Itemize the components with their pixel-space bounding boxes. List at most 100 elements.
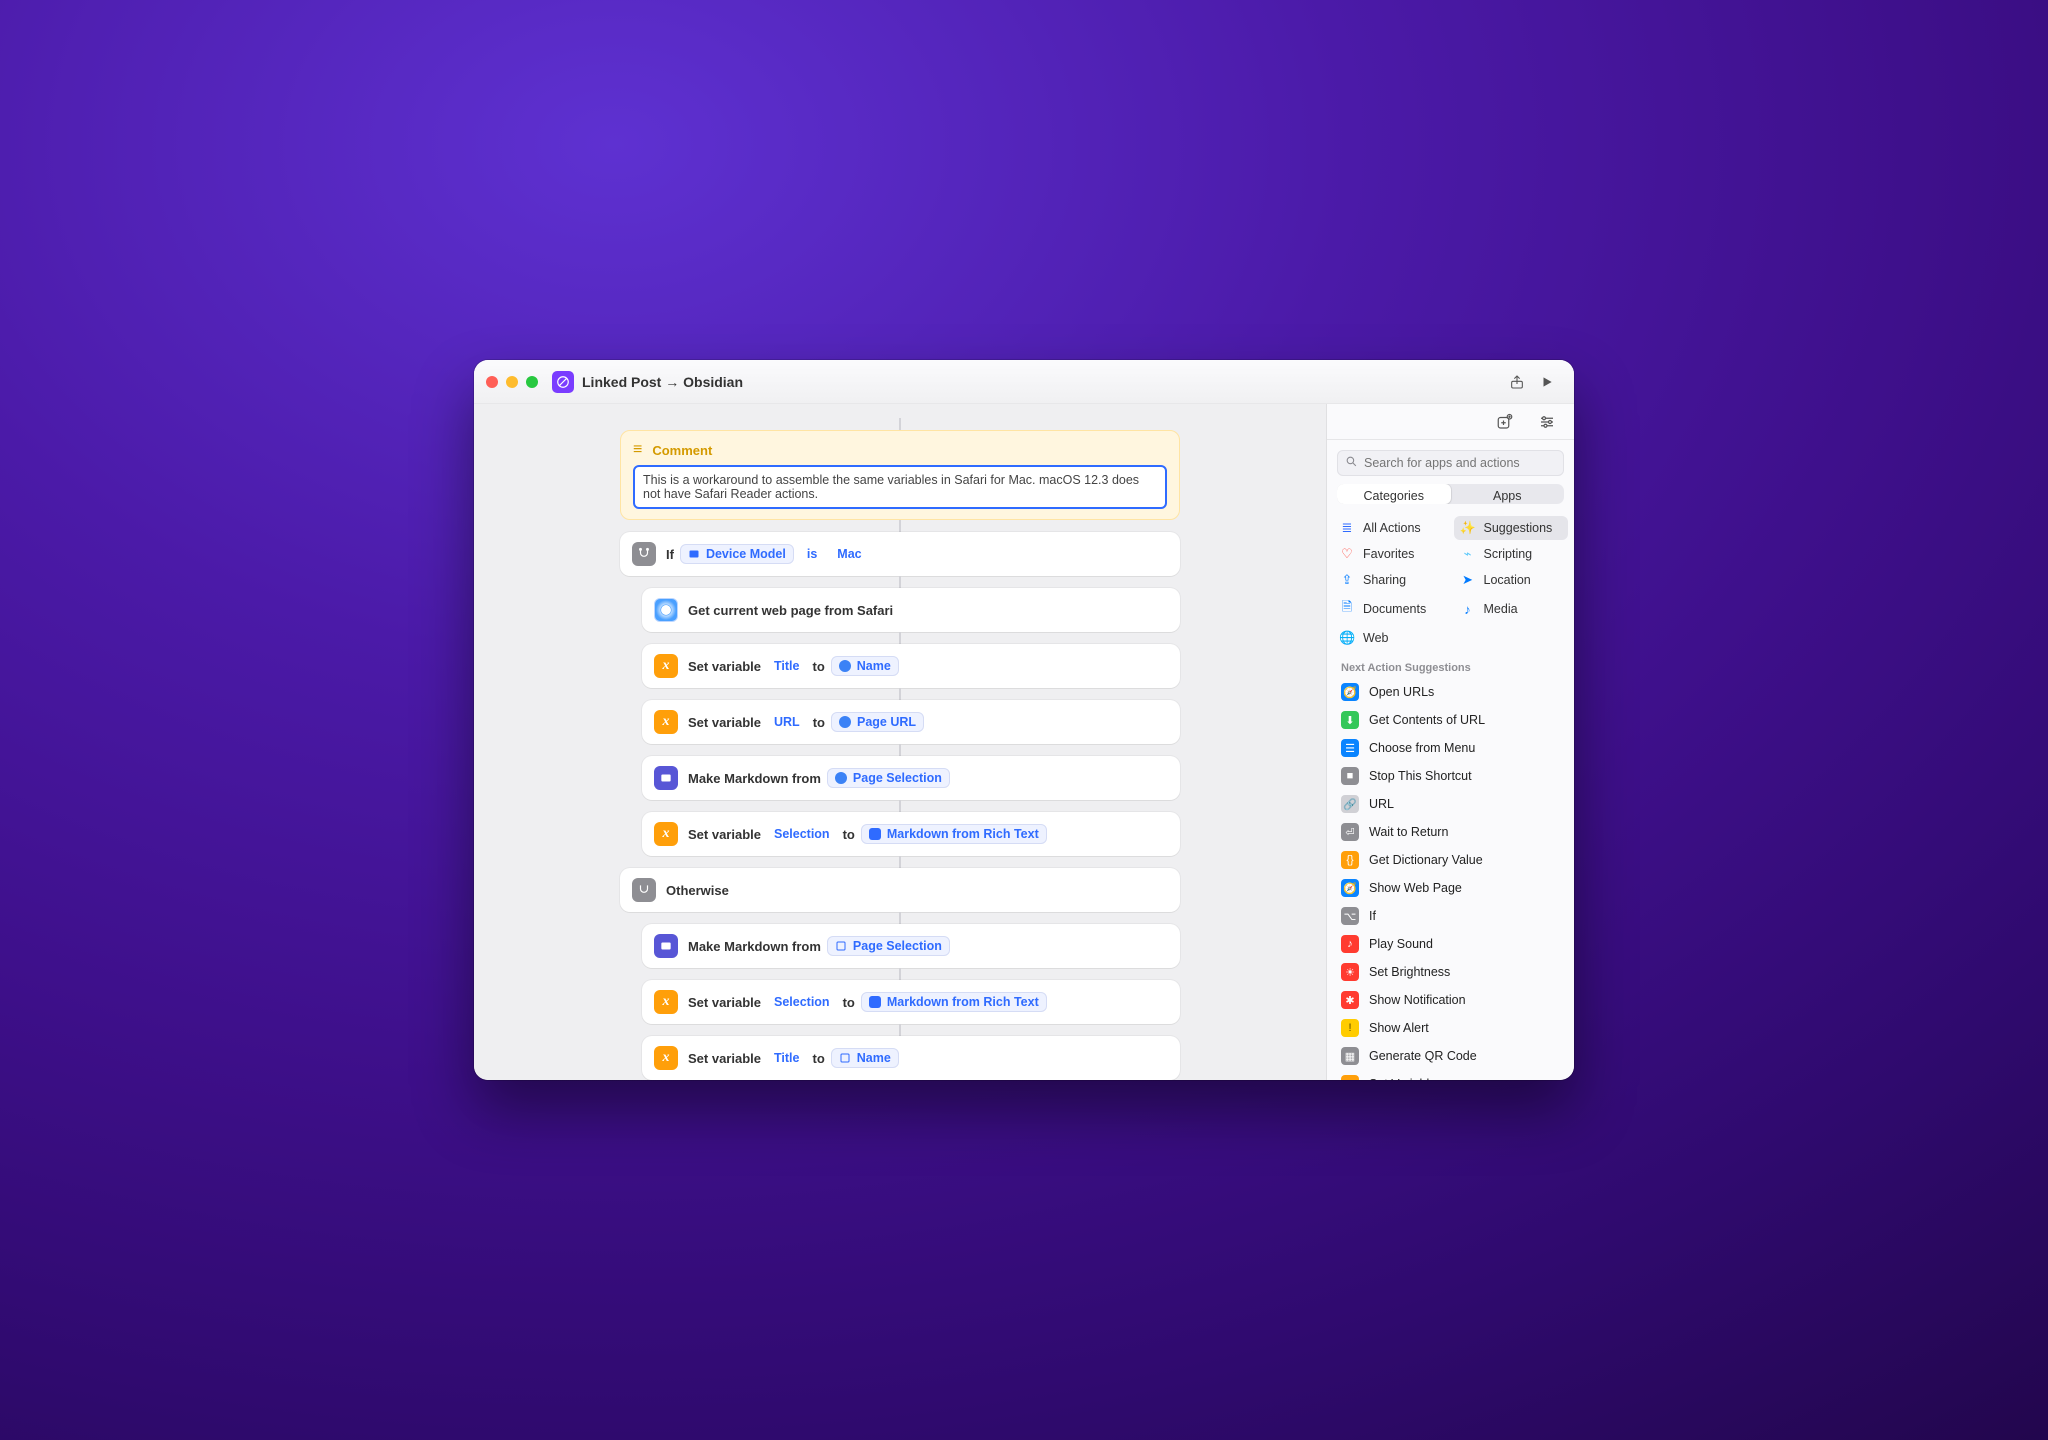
category-label: Documents bbox=[1363, 602, 1426, 616]
suggestion-label: Show Notification bbox=[1369, 993, 1466, 1007]
suggestion-label: Wait to Return bbox=[1369, 825, 1448, 839]
action-label: Get current web page from Safari bbox=[688, 603, 893, 618]
category-icon: ♡ bbox=[1339, 546, 1355, 562]
set-variable-title-action-2[interactable]: x Set variable Title to Name bbox=[642, 1036, 1180, 1080]
zoom-window[interactable] bbox=[526, 376, 538, 388]
variable-name[interactable]: Selection bbox=[767, 825, 837, 843]
if-icon bbox=[632, 542, 656, 566]
suggestion-icon: ▦ bbox=[1341, 1047, 1359, 1065]
value-chip[interactable]: Markdown from Rich Text bbox=[861, 824, 1047, 844]
set-variable-selection-action[interactable]: x Set variable Selection to Markdown fro… bbox=[642, 812, 1180, 856]
suggestion-label: Set Brightness bbox=[1369, 965, 1450, 979]
suggestion-icon: 🔗 bbox=[1341, 795, 1359, 813]
suggestion-icon: ☰ bbox=[1341, 739, 1359, 757]
suggestion-icon: ✱ bbox=[1341, 991, 1359, 1009]
category-icon: ✨ bbox=[1460, 520, 1476, 536]
make-markdown-action[interactable]: Make Markdown from Page Selection bbox=[642, 756, 1180, 800]
category-all-actions[interactable]: ≣ All Actions bbox=[1333, 516, 1448, 540]
suggestion-if[interactable]: ⌥If bbox=[1335, 902, 1566, 930]
category-icon: ➤ bbox=[1460, 572, 1476, 588]
editor-canvas[interactable]: ≡ Comment This is a workaround to assemb… bbox=[474, 404, 1326, 1080]
suggestion-icon: ■ bbox=[1341, 767, 1359, 785]
category-sharing[interactable]: ⇪Sharing bbox=[1333, 568, 1448, 592]
suggestion-label: Get Dictionary Value bbox=[1369, 853, 1483, 867]
set-variable-title-action[interactable]: x Set variable Title to Name bbox=[642, 644, 1180, 688]
suggestion-stop-this-shortcut[interactable]: ■Stop This Shortcut bbox=[1335, 762, 1566, 790]
set-variable-url-action[interactable]: x Set variable URL to Page URL bbox=[642, 700, 1180, 744]
suggestion-get-dictionary-value[interactable]: {}Get Dictionary Value bbox=[1335, 846, 1566, 874]
value-chip[interactable]: Page URL bbox=[831, 712, 924, 732]
if-action[interactable]: If Device Model is Mac bbox=[620, 532, 1180, 576]
suggestion-play-sound[interactable]: ♪Play Sound bbox=[1335, 930, 1566, 958]
suggestion-set-variable[interactable]: xSet Variable bbox=[1335, 1070, 1566, 1080]
run-button[interactable] bbox=[1532, 369, 1562, 395]
variable-name[interactable]: Title bbox=[767, 657, 806, 675]
suggestion-label: URL bbox=[1369, 797, 1394, 811]
comment-action[interactable]: ≡ Comment This is a workaround to assemb… bbox=[620, 430, 1180, 520]
library-segmented[interactable]: Categories Apps bbox=[1337, 484, 1564, 504]
make-markdown-action-2[interactable]: Make Markdown from Page Selection bbox=[642, 924, 1180, 968]
suggestion-open-urls[interactable]: 🧭Open URLs bbox=[1335, 678, 1566, 706]
category-web[interactable]: 🌐Web bbox=[1333, 626, 1448, 650]
add-to-library-button[interactable] bbox=[1490, 409, 1520, 435]
category-location[interactable]: ➤Location bbox=[1454, 568, 1569, 592]
suggestion-icon: ☀ bbox=[1341, 963, 1359, 981]
suggestion-label: Choose from Menu bbox=[1369, 741, 1475, 755]
suggestion-label: Play Sound bbox=[1369, 937, 1433, 951]
if-keyword: If bbox=[666, 547, 674, 562]
suggestion-choose-from-menu[interactable]: ☰ Choose from Menu bbox=[1335, 734, 1566, 762]
suggestion-icon: ! bbox=[1341, 1019, 1359, 1037]
suggestion-set-brightness[interactable]: ☀ Set Brightness bbox=[1335, 958, 1566, 986]
if-value[interactable]: Mac bbox=[830, 545, 868, 563]
if-variable-chip[interactable]: Device Model bbox=[680, 544, 794, 564]
category-media[interactable]: ♪ Media bbox=[1454, 594, 1569, 624]
category-icon: ♪ bbox=[1460, 602, 1476, 617]
value-chip[interactable]: Page Selection bbox=[827, 768, 950, 788]
minimize-window[interactable] bbox=[506, 376, 518, 388]
markdown-icon bbox=[654, 934, 678, 958]
category-label: Scripting bbox=[1484, 547, 1533, 561]
suggestion-generate-qr-code[interactable]: ▦Generate QR Code bbox=[1335, 1042, 1566, 1070]
get-webpage-action[interactable]: Get current web page from Safari bbox=[642, 588, 1180, 632]
suggestion-label: Show Web Page bbox=[1369, 881, 1462, 895]
category-label: All Actions bbox=[1363, 521, 1421, 535]
variable-name[interactable]: URL bbox=[767, 713, 807, 731]
suggestion-show-notification[interactable]: ✱ Show Notification bbox=[1335, 986, 1566, 1014]
search-input[interactable] bbox=[1337, 450, 1564, 476]
category-favorites[interactable]: ♡ Favorites bbox=[1333, 542, 1448, 566]
value-chip[interactable]: Name bbox=[831, 656, 899, 676]
if-operator[interactable]: is bbox=[800, 545, 824, 563]
search-icon bbox=[1345, 455, 1358, 471]
seg-categories[interactable]: Categories bbox=[1337, 484, 1451, 504]
suggestion-show-web-page[interactable]: 🧭 Show Web Page bbox=[1335, 874, 1566, 902]
share-button[interactable] bbox=[1502, 369, 1532, 395]
search-field[interactable] bbox=[1337, 450, 1564, 476]
suggestion-show-alert[interactable]: !Show Alert bbox=[1335, 1014, 1566, 1042]
suggestion-url[interactable]: 🔗 URL bbox=[1335, 790, 1566, 818]
category-label: Favorites bbox=[1363, 547, 1414, 561]
variable-icon: x bbox=[654, 822, 678, 846]
comment-label: Comment bbox=[652, 443, 712, 458]
suggestion-get-contents-of-url[interactable]: ⬇︎Get Contents of URL bbox=[1335, 706, 1566, 734]
category-documents[interactable]: 🗎Documents bbox=[1333, 594, 1448, 624]
otherwise-action[interactable]: Otherwise bbox=[620, 868, 1180, 912]
set-variable-selection-action-2[interactable]: x Set variable Selection to Markdown fro… bbox=[642, 980, 1180, 1024]
comment-text[interactable]: This is a workaround to assemble the sam… bbox=[633, 465, 1167, 509]
suggestion-icon: ⏎ bbox=[1341, 823, 1359, 841]
variable-name[interactable]: Title bbox=[767, 1049, 806, 1067]
settings-button[interactable] bbox=[1532, 409, 1562, 435]
suggestion-wait-to-return[interactable]: ⏎ Wait to Return bbox=[1335, 818, 1566, 846]
suggestion-icon: 🧭 bbox=[1341, 879, 1359, 897]
value-chip[interactable]: Name bbox=[831, 1048, 899, 1068]
category-icon: ≣ bbox=[1339, 520, 1355, 536]
close-window[interactable] bbox=[486, 376, 498, 388]
category-label: Media bbox=[1484, 602, 1518, 616]
category-scripting[interactable]: ⌁Scripting bbox=[1454, 542, 1569, 566]
variable-name[interactable]: Selection bbox=[767, 993, 837, 1011]
category-suggestions[interactable]: ✨Suggestions bbox=[1454, 516, 1569, 540]
variable-icon: x bbox=[654, 710, 678, 734]
value-chip[interactable]: Markdown from Rich Text bbox=[861, 992, 1047, 1012]
value-chip[interactable]: Page Selection bbox=[827, 936, 950, 956]
comment-icon: ≡ bbox=[633, 441, 642, 459]
seg-apps[interactable]: Apps bbox=[1451, 484, 1565, 504]
